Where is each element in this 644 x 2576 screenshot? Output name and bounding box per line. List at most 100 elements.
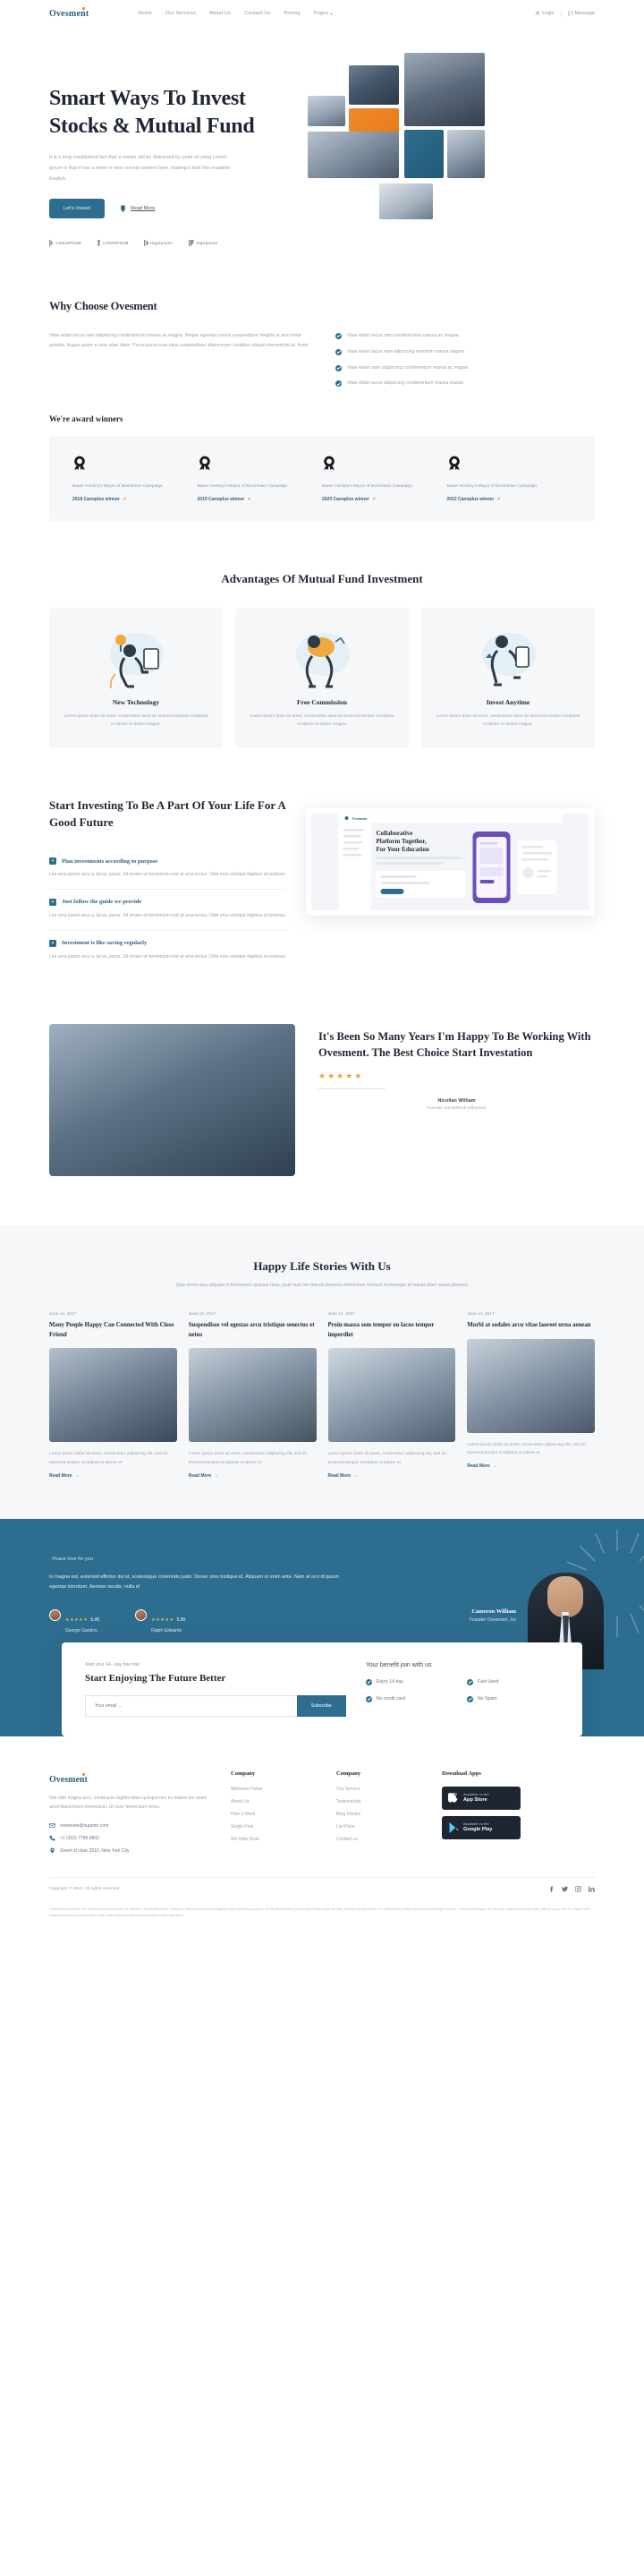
footer-link[interactable]: Testimonials — [336, 1799, 426, 1804]
start-investing-list: ✦ Plan investments according to purpose … — [49, 849, 286, 970]
footer-legal-note: Ovesment Innovation, Inc. Ovesment produ… — [49, 1907, 591, 1917]
footer-link[interactable]: Blog Stories — [336, 1812, 426, 1817]
message-link[interactable]: Message — [568, 11, 595, 16]
footer-link[interactable]: Welcome Home — [231, 1787, 320, 1792]
blog-text: Lorem ipsum dolor sit amet, consectetur … — [327, 1452, 447, 1465]
blog-heading: Suspendisse vel egestas arcu tristique s… — [188, 1322, 315, 1338]
blog-read-more[interactable]: Read More → — [189, 1473, 317, 1479]
logo-dot-icon — [82, 6, 86, 10]
footer-contact-address[interactable]: Street of clear 2910, New York City — [49, 1847, 215, 1854]
play-store-icon — [449, 1821, 459, 1833]
award-winner[interactable]: 2019 Canoplus winner ↗ — [198, 497, 307, 502]
advantage-heading: Free Commission — [297, 697, 347, 706]
arrow-right-icon: → — [74, 1472, 80, 1479]
google-play-button[interactable]: Available on the Google Play — [442, 1815, 521, 1839]
award-text: Bauer Hockey's Mayor of Boomtown Campaig… — [446, 484, 538, 490]
hero-section: Smart Ways To Invest Stocks & Mutual Fun… — [0, 27, 644, 247]
review-item: ★★★★★ 5.00 George Gandos — [49, 1608, 99, 1633]
partner-logo: LOGOIPSUM — [49, 240, 81, 247]
app-store-button[interactable]: Available on the App Store — [442, 1786, 521, 1810]
email-input[interactable] — [85, 1694, 297, 1717]
footer-contact-email[interactable]: ovesment@support.com — [49, 1822, 215, 1829]
person-head — [547, 1575, 583, 1617]
check-icon — [466, 1678, 473, 1685]
play-store-big-label: Google Play — [463, 1827, 493, 1833]
hero-photo-teal-block — [404, 130, 444, 178]
read-more-link[interactable]: Read More — [120, 205, 155, 213]
rating-stars: ★★★★★ — [65, 1616, 89, 1623]
blog-card[interactable]: June 14, 2017 Morbi at sodales arcu vita… — [467, 1312, 595, 1479]
check-icon — [335, 348, 342, 355]
blog-read-more[interactable]: Read More → — [49, 1473, 177, 1479]
blog-image — [467, 1338, 595, 1433]
award-winner[interactable]: 2018 Canoplus winner ↗ — [72, 497, 182, 502]
site-footer: Ovesment Nisi nibh magna arcu, consequat… — [0, 1736, 644, 1934]
nav-item-home[interactable]: Home — [138, 11, 151, 16]
blog-card[interactable]: June 14, 2017 Many People Happy Can Conn… — [49, 1312, 177, 1479]
blog-card[interactable]: June 14, 2017 Proin massa sem tempor eu … — [327, 1312, 456, 1479]
accordion-text: Leo urna ipsum arcu a, lacus, purus. Sit… — [49, 953, 286, 960]
blog-image — [49, 1348, 177, 1443]
advantage-heading: New Technology — [112, 697, 160, 706]
login-link[interactable]: Login — [535, 11, 555, 16]
nav-item-contact-us[interactable]: Contact Us — [244, 11, 270, 16]
blog-text: Lorem ipsum dolor sit amet, consectetur … — [49, 1452, 168, 1465]
header-actions: Login Message — [535, 10, 595, 17]
footer-link[interactable]: Contact us — [336, 1837, 426, 1842]
nav-item-pricing[interactable]: Pricing — [284, 11, 301, 16]
award-winner[interactable]: 2020 Canoplus winner ↗ — [322, 497, 431, 502]
medal-icon — [448, 456, 460, 471]
accordion-item[interactable]: ✦ Just follow the guide we provide Leo u… — [49, 890, 286, 931]
blog-section: Happy Life Stories With Us Quis lorem ar… — [0, 1225, 644, 1519]
nav-item-pages[interactable]: Pages ▾ — [314, 11, 333, 16]
nav-item-about-us[interactable]: About Us — [209, 11, 231, 16]
svg-text:Collaborative: Collaborative — [377, 830, 413, 837]
blog-card[interactable]: June 14, 2017 Suspendisse vel egestas ar… — [188, 1312, 317, 1479]
testimonial-role: Founder, Kensoftech Influencer — [427, 1106, 487, 1112]
accordion-item[interactable]: ✦ Investment is like saving regularly Le… — [49, 931, 286, 971]
blog-read-more[interactable]: Read More → — [467, 1463, 595, 1469]
hero-copy: Smart Ways To Invest Stocks & Mutual Fun… — [49, 49, 286, 247]
hero-photo-suit — [404, 53, 485, 126]
list-item: Vitae etiam lacus adipiscing condimentum… — [335, 380, 595, 388]
brand-logo[interactable]: Ovesment — [49, 6, 89, 19]
accordion-item[interactable]: ✦ Plan investments according to purpose … — [49, 849, 286, 890]
footer-description: Nisi nibh magna arcu, consequat sagittis… — [49, 1795, 208, 1810]
linkedin-icon[interactable] — [589, 1886, 595, 1893]
cta-paragraph: In magna est, euismod efficitur dui id, … — [49, 1574, 339, 1591]
footer-link[interactable]: How It Work — [231, 1812, 320, 1817]
twitter-icon[interactable] — [562, 1886, 568, 1892]
footer-logo[interactable]: Ovesment — [49, 1772, 88, 1785]
svg-text:For Your Education: For Your Education — [377, 846, 429, 853]
footer-link[interactable]: Our Service — [336, 1787, 426, 1792]
footer-link[interactable]: Single Post — [231, 1824, 320, 1830]
footer-link[interactable]: List Price — [336, 1824, 426, 1830]
advantage-text: Lorem ipsum dolor sit amet, consectetur … — [436, 713, 580, 727]
advantage-card: Invest Anytime Lorem ipsum dolor sit ame… — [421, 607, 595, 749]
footer-column-title: Company — [231, 1770, 256, 1777]
footer-column-apps: Download Apps Available on the App Store… — [442, 1770, 595, 1855]
lets-invest-button[interactable]: Let's Invest — [49, 199, 106, 219]
facebook-icon[interactable] — [548, 1886, 555, 1893]
blog-title: Happy Life Stories With Us — [253, 1259, 391, 1274]
avatar — [49, 1608, 61, 1621]
list-item: Vitae etiam lacus nam condimentum massa … — [335, 333, 595, 340]
divider — [560, 10, 562, 17]
footer-link[interactable]: About Us — [231, 1799, 320, 1804]
arrow-right-icon: → — [214, 1472, 219, 1479]
footer-contact-phone[interactable]: +1 (202) 7789 8802 — [49, 1835, 215, 1841]
instagram-icon[interactable] — [575, 1886, 581, 1893]
logo-dot-icon — [81, 1772, 85, 1776]
subscribe-button[interactable]: Subscribe — [296, 1694, 346, 1717]
accordion-heading: Just follow the guide we provide — [62, 899, 142, 906]
person-lightbulb-icon — [109, 633, 164, 689]
why-choose-paragraph: Vitae etiam lacus nam adipiscing condime… — [49, 333, 309, 348]
accordion-heading: Investment is like saving regularly — [62, 940, 148, 947]
chevron-down-icon: ▾ — [330, 11, 333, 16]
person-money-icon — [296, 633, 350, 688]
nav-item-our-services[interactable]: Our Services — [165, 11, 196, 16]
footer-link[interactable]: We Help Desk — [231, 1837, 320, 1842]
blog-read-more[interactable]: Read More → — [328, 1473, 456, 1479]
award-winner[interactable]: 2022 Canoplus winner ↗ — [447, 497, 556, 502]
person-phone-icon — [482, 633, 536, 687]
